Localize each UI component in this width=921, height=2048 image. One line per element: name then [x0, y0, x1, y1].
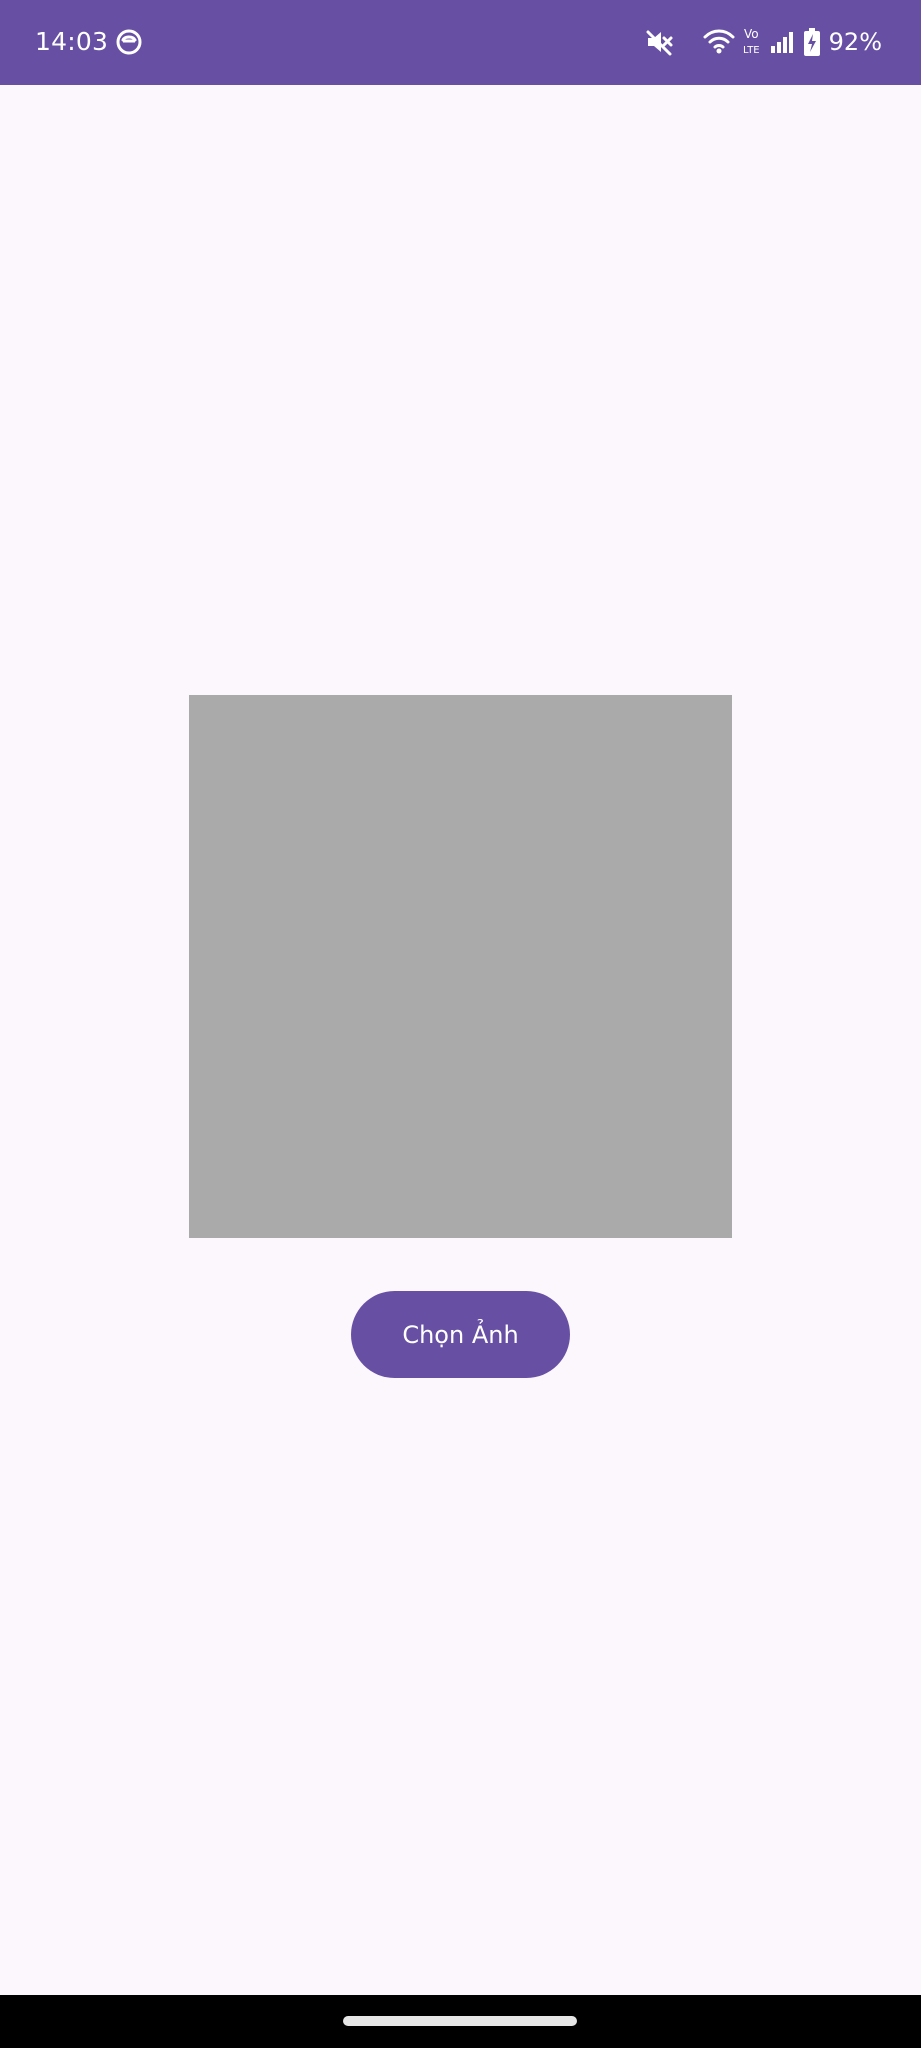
status-time: 14:03	[35, 27, 109, 56]
wifi-icon	[703, 29, 735, 55]
battery-percent: 92%	[828, 28, 882, 56]
gesture-navigation-handle[interactable]	[343, 2016, 577, 2026]
volte-label-top: Vo	[744, 27, 759, 41]
volte-label-bottom: LTE	[743, 45, 760, 56]
status-bar: 14:03 Vo LTE 92%	[0, 0, 921, 85]
app-screen: 14:03 Vo LTE 92% Chọn Ảnh	[0, 0, 921, 2048]
app-notification-icon	[115, 28, 143, 56]
image-preview-placeholder	[189, 695, 732, 1238]
signal-icon	[769, 30, 795, 54]
status-icons: Vo LTE 92%	[644, 26, 882, 58]
mute-icon	[644, 28, 676, 56]
choose-image-button[interactable]: Chọn Ảnh	[351, 1291, 570, 1378]
battery-charging-icon	[803, 27, 821, 57]
volte-icon: Vo LTE	[743, 26, 765, 58]
